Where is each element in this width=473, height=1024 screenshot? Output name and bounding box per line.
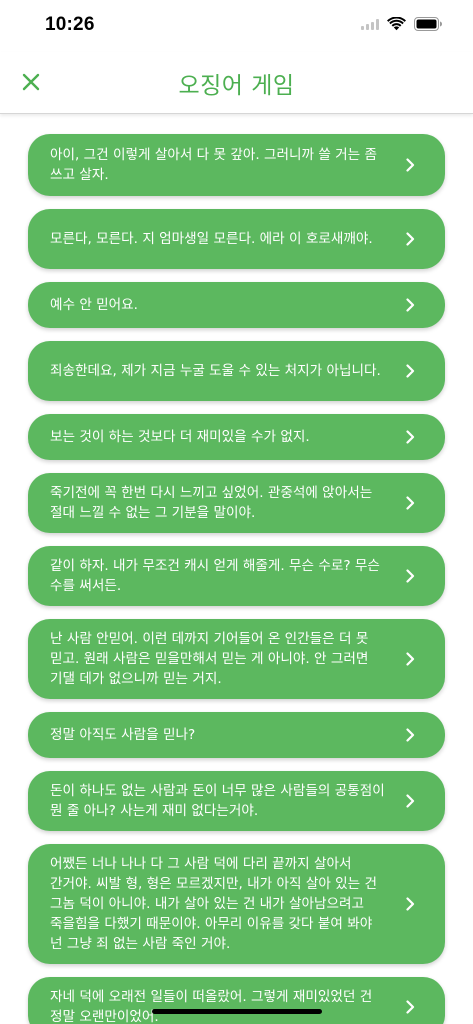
list-item-text: 보는 것이 하는 것보다 더 재미있을 수가 없지. [50, 429, 310, 445]
list-item[interactable]: 아이, 그건 이렇게 살아서 다 못 갚아. 그러니까 쓸 거는 좀 쓰고 살자… [28, 134, 445, 196]
list-item[interactable]: 난 사람 안믿어. 이런 데까지 기어들어 온 인간들은 더 못 믿고. 원래 … [28, 619, 445, 699]
list-item[interactable]: 모른다, 모른다. 지 엄마생일 모른다. 에라 이 호로새깨야. [28, 209, 445, 269]
list-item[interactable]: 예수 안 믿어요. [28, 282, 445, 328]
page-title: 오징어 게임 [178, 73, 295, 99]
chevron-right-icon [406, 569, 415, 583]
screen: 10:26 오징어 게임 아이, 그건 이렇게 살아서 다 못 갚아. 그러니까… [0, 0, 473, 1024]
list-item[interactable]: 어쨌든 너나 나나 다 그 사람 덕에 다리 끝까지 살아서 간거야. 씨발 형… [28, 844, 445, 964]
cellular-signal-icon [361, 18, 379, 30]
chevron-right-icon [406, 897, 415, 911]
status-bar: 10:26 [0, 0, 473, 52]
chevron-right-icon [406, 364, 415, 378]
chevron-right-icon [406, 794, 415, 808]
chevron-right-icon [406, 652, 415, 666]
nav-header: 오징어 게임 [0, 52, 473, 114]
list-item[interactable]: 죽기전에 꼭 한번 다시 느끼고 싶었어. 관중석에 앉아서는 절대 느낄 수 … [28, 473, 445, 533]
chevron-right-icon [406, 430, 415, 444]
list-item-text: 자네 덕에 오래전 일들이 떠올랐어. 그렇게 재미있었던 건 정말 오랜만이었… [50, 989, 373, 1024]
wifi-icon [387, 17, 406, 31]
quote-list: 아이, 그건 이렇게 살아서 다 못 갚아. 그러니까 쓸 거는 좀 쓰고 살자… [28, 134, 445, 1024]
chevron-right-icon [406, 158, 415, 172]
list-item-text: 예수 안 믿어요. [50, 297, 139, 313]
status-time: 10:26 [45, 14, 95, 35]
chevron-right-icon [406, 298, 415, 312]
list-item-text: 죄송한데요, 제가 지금 누굴 도울 수 있는 처지가 아닙니다. [50, 363, 381, 379]
status-icons [361, 17, 443, 31]
list-item[interactable]: 죄송한데요, 제가 지금 누굴 도울 수 있는 처지가 아닙니다. [28, 341, 445, 401]
list-item-text: 죽기전에 꼭 한번 다시 느끼고 싶었어. 관중석에 앉아서는 절대 느낄 수 … [50, 485, 373, 521]
chevron-right-icon [406, 232, 415, 246]
list-item[interactable]: 돈이 하나도 없는 사람과 돈이 너무 많은 사람들의 공통점이 뭔 줄 아나?… [28, 771, 445, 831]
list-item[interactable]: 같이 하자. 내가 무조건 캐시 얻게 해줄게. 무슨 수로? 무슨 수를 써서… [28, 546, 445, 606]
list-item-text: 정말 아직도 사람을 믿나? [50, 727, 196, 743]
battery-icon [414, 17, 443, 31]
list-item[interactable]: 정말 아직도 사람을 믿나? [28, 712, 445, 758]
list-item[interactable]: 보는 것이 하는 것보다 더 재미있을 수가 없지. [28, 414, 445, 460]
list-item-text: 난 사람 안믿어. 이런 데까지 기어들어 온 인간들은 더 못 믿고. 원래 … [50, 631, 369, 687]
home-indicator [152, 1009, 322, 1014]
list-item-text: 같이 하자. 내가 무조건 캐시 얻게 해줄게. 무슨 수로? 무슨 수를 써서… [50, 558, 380, 594]
list-item-text: 아이, 그건 이렇게 살아서 다 못 갚아. 그러니까 쓸 거는 좀 쓰고 살자… [50, 147, 377, 183]
list-item[interactable]: 자네 덕에 오래전 일들이 떠올랐어. 그렇게 재미있었던 건 정말 오랜만이었… [28, 977, 445, 1024]
chevron-right-icon [406, 728, 415, 742]
chevron-right-icon [406, 496, 415, 510]
list-item-text: 돈이 하나도 없는 사람과 돈이 너무 많은 사람들의 공통점이 뭔 줄 아나?… [50, 783, 385, 819]
list-item-text: 어쨌든 너나 나나 다 그 사람 덕에 다리 끝까지 살아서 간거야. 씨발 형… [50, 856, 377, 952]
list-item-text: 모른다, 모른다. 지 엄마생일 모른다. 에라 이 호로새깨야. [50, 231, 373, 247]
chevron-right-icon [406, 1000, 415, 1014]
